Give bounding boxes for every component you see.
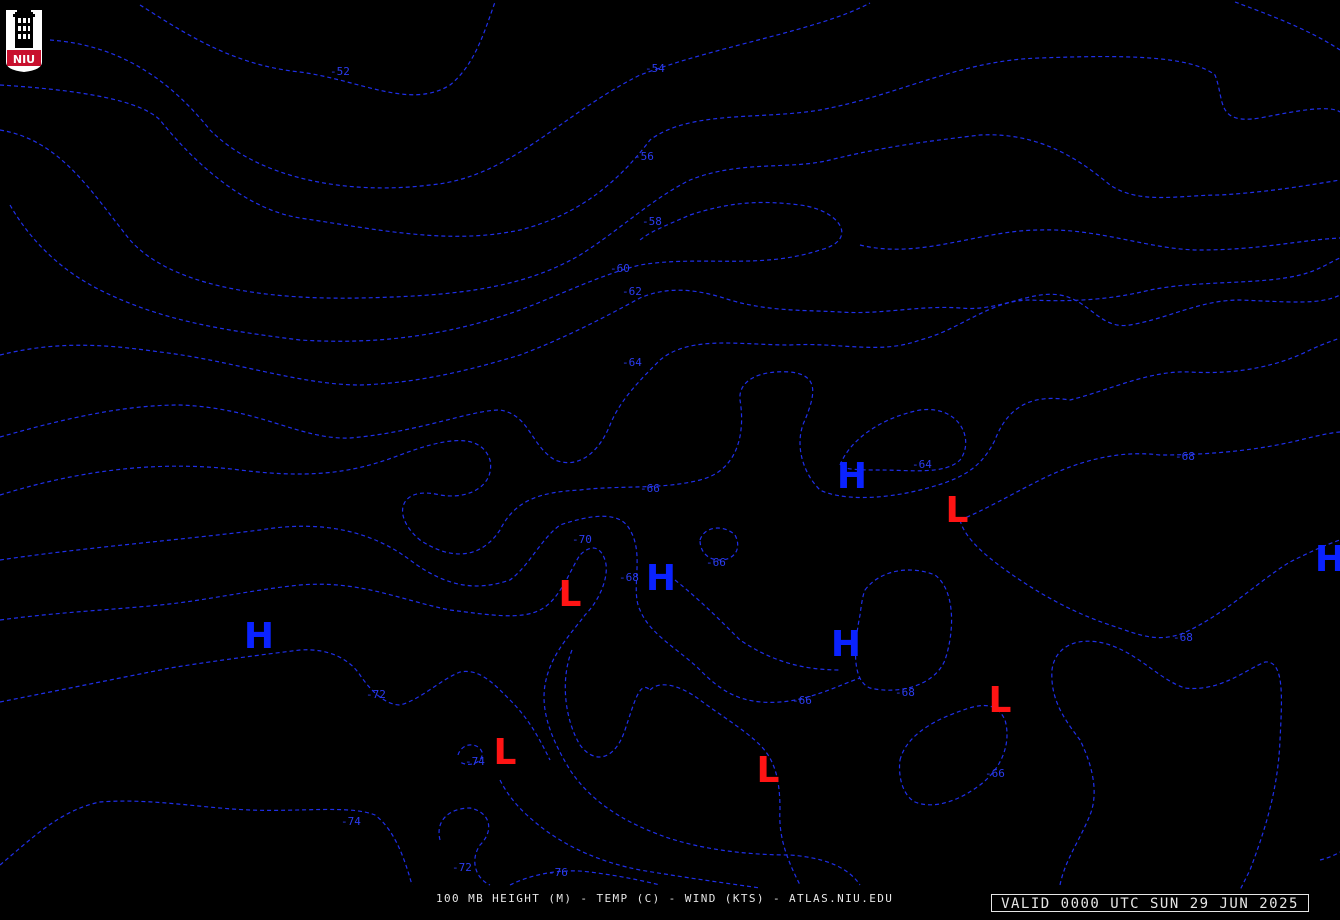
isotherm-line <box>0 547 861 886</box>
high-pressure-marker: H <box>244 616 274 657</box>
low-pressure-marker: L <box>946 490 969 531</box>
isotherm-label: -74 <box>465 755 485 768</box>
isotherm-line <box>0 55 1340 237</box>
isotherm-line <box>499 779 761 889</box>
niu-logo: NIU <box>4 4 44 72</box>
isotherm-label: -68 <box>619 571 639 584</box>
isotherm-label: -68 <box>1175 450 1195 463</box>
isotherm-label: -76 <box>548 866 568 879</box>
isotherm-line <box>855 569 953 691</box>
isotherm-line <box>139 1 496 96</box>
low-pressure-marker: L <box>559 574 582 615</box>
isotherm-label: -68 <box>895 686 915 699</box>
low-pressure-marker: L <box>494 732 517 773</box>
isotherm-label: -66 <box>792 694 812 707</box>
isotherm-line <box>0 129 1340 299</box>
isotherm-line <box>1051 640 1283 891</box>
isotherm-line <box>9 201 843 342</box>
high-pressure-marker: H <box>837 456 867 497</box>
isotherm-label: -70 <box>572 533 592 546</box>
map-footer: 100 MB HEIGHT (M) - TEMP (C) - WIND (KTS… <box>0 890 1340 912</box>
high-pressure-marker: H <box>831 624 861 665</box>
isotherm-label: -74 <box>341 815 361 828</box>
pressure-centers: H H H H H L L L L L <box>244 456 1340 791</box>
isotherm-line <box>959 519 1340 639</box>
isotherm-line <box>0 515 861 703</box>
isotherm-line <box>0 337 1340 555</box>
map-title: 100 MB HEIGHT (M) - TEMP (C) - WIND (KTS… <box>436 892 894 905</box>
isotherm-label: -64 <box>622 356 642 369</box>
isotherm-line <box>0 800 413 886</box>
low-pressure-marker: L <box>989 680 1012 721</box>
isotherm-line <box>0 289 1340 386</box>
isotherm-line <box>0 649 551 761</box>
isotherm-label: -64 <box>912 458 932 471</box>
isotherm-label: -66 <box>640 482 660 495</box>
isotherm-line <box>1234 1 1340 51</box>
isotherm-label: -66 <box>706 556 726 569</box>
isotherm-label: -62 <box>622 285 642 298</box>
isotherm-line <box>564 649 651 758</box>
weather-map: -52 -54 -56 -58 -60 -62 -64 -66 -70 -68 -66 -72 -74 -… <box>0 1 1340 891</box>
valid-time: VALID 0000 UTC SUN 29 JUN 2025 <box>991 894 1309 912</box>
high-pressure-marker: H <box>646 558 676 599</box>
isotherm-label: -58 <box>642 215 662 228</box>
isotherm-line <box>49 2 871 189</box>
isotherm-label: -60 <box>610 262 630 275</box>
isotherm-label: -54 <box>645 62 665 75</box>
isotherm-line <box>959 431 1340 521</box>
isotherm-label: -66 <box>985 767 1005 780</box>
isotherm-label: -72 <box>452 861 472 874</box>
high-pressure-marker: H <box>1315 539 1340 580</box>
isotherm-line <box>1319 851 1340 861</box>
isotherm-contours <box>0 1 1340 891</box>
niu-shield-icon: NIU <box>6 6 42 72</box>
isotherm-line <box>0 257 1340 464</box>
isotherm-line <box>859 229 1340 251</box>
isotherm-line <box>674 579 841 671</box>
isotherm-label: -56 <box>634 150 654 163</box>
isotherm-label: -52 <box>330 65 350 78</box>
logo-text: NIU <box>13 53 35 66</box>
isotherm-label: -72 <box>366 688 386 701</box>
low-pressure-marker: L <box>757 750 780 791</box>
isotherm-label: -68 <box>1173 631 1193 644</box>
isotherm-line <box>509 870 661 886</box>
